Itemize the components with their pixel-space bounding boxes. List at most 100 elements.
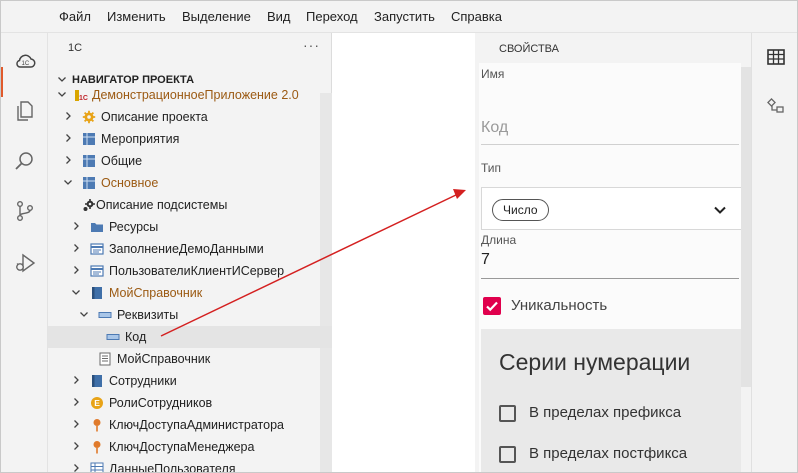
check-icon <box>486 301 498 312</box>
tree-item-events[interactable]: Мероприятия <box>48 128 320 150</box>
chevron-right-icon <box>74 442 79 450</box>
settings-gear-icon <box>83 199 95 211</box>
menu-selection[interactable]: Выделение <box>182 9 251 24</box>
tree-item-employee-roles[interactable]: E РолиСотрудников <box>48 392 320 414</box>
activity-bar: 1C <box>1 33 48 472</box>
tree-item-attributes[interactable]: Реквизиты <box>48 304 320 326</box>
tree-item-project-description[interactable]: Описание проекта <box>48 106 320 128</box>
tree-item-fill-demo-data[interactable]: ЗаполнениеДемоДанными <box>48 238 320 260</box>
tree-item-employees[interactable]: Сотрудники <box>48 370 320 392</box>
chevron-down-icon <box>72 290 80 295</box>
tree-item-users-client-server[interactable]: ПользователиКлиентИСервер <box>48 260 320 282</box>
unique-checkbox[interactable] <box>483 297 501 315</box>
postfix-label: В пределах постфикса <box>529 445 688 462</box>
active-indicator <box>1 67 3 97</box>
menu-help[interactable]: Справка <box>451 9 502 24</box>
attribute-icon <box>98 312 112 318</box>
tree-label: Код <box>125 330 147 344</box>
chevron-down-icon <box>58 92 66 97</box>
source-control-icon[interactable] <box>13 199 37 223</box>
properties-body: Имя Код Тип Число Длина 7 Уникальность С… <box>479 63 741 472</box>
length-label: Длина <box>481 233 517 247</box>
files-icon[interactable] <box>13 99 37 123</box>
run-debug-icon[interactable] <box>13 251 37 275</box>
svg-text:1C: 1C <box>22 61 30 67</box>
svg-text:1C: 1C <box>79 95 88 102</box>
menu-bar: Файл Изменить Выделение Вид Переход Запу… <box>1 1 797 33</box>
right-icon-bar <box>751 33 797 472</box>
menu-edit[interactable]: Изменить <box>107 9 166 24</box>
postfix-checkbox[interactable] <box>499 446 516 463</box>
chevron-right-icon <box>74 398 79 406</box>
menu-run[interactable]: Запустить <box>374 9 435 24</box>
menu-go[interactable]: Переход <box>306 9 358 24</box>
menu-view[interactable]: Вид <box>267 9 291 24</box>
type-chip[interactable]: Число <box>492 199 549 221</box>
tree-item-my-catalog-form[interactable]: МойСправочник <box>48 348 320 370</box>
tree-label: ДанныеПользователя <box>109 462 236 473</box>
tree-item-main[interactable]: Основное <box>48 172 320 194</box>
tree-label: Общие <box>101 154 143 168</box>
tree-label: КлючДоступаМенеджера <box>109 440 255 454</box>
form-icon <box>99 352 111 366</box>
chevron-right-icon <box>74 376 79 384</box>
properties-panel: СВОЙСТВА Имя Код Тип Число Длина 7 Уника… <box>475 33 751 472</box>
app-1c-icon: 1C <box>75 90 88 102</box>
explorer-scrollbar[interactable] <box>320 93 332 472</box>
chevron-right-icon <box>66 156 71 164</box>
tree-label: МойСправочник <box>117 352 211 366</box>
chevron-right-icon <box>74 420 79 428</box>
tree-item-resources[interactable]: Ресурсы <box>48 216 320 238</box>
type-select[interactable]: Число <box>481 187 741 230</box>
tree-label: Ресурсы <box>109 220 159 234</box>
name-underline <box>481 144 739 145</box>
grid-icon <box>83 133 95 145</box>
tree-label: Описание проекта <box>101 110 208 124</box>
app-window: Файл Изменить Выделение Вид Переход Запу… <box>0 0 798 473</box>
chevron-right-icon <box>74 266 79 274</box>
tree-label: КлючДоступаАдминистратора <box>109 418 284 432</box>
module-icon <box>90 265 104 277</box>
length-input[interactable]: 7 <box>481 251 490 269</box>
tree-label: РолиСотрудников <box>109 396 213 410</box>
tree-item-admin-access-key[interactable]: КлючДоступаАдминистратора <box>48 414 320 436</box>
tree-label: МойСправочник <box>109 286 203 300</box>
tree-label: Реквизиты <box>117 308 179 322</box>
more-actions-icon[interactable]: ··· <box>303 37 320 53</box>
key-pin-icon <box>93 419 101 432</box>
folder-icon <box>91 223 103 232</box>
properties-title: СВОЙСТВА <box>499 43 559 55</box>
tree-item-user-data[interactable]: ДанныеПользователя <box>48 458 320 473</box>
tree-label: Основное <box>101 176 159 190</box>
editor-area <box>332 33 475 472</box>
grid-icon <box>83 155 95 167</box>
grid-icon <box>83 177 95 189</box>
tree-item-my-catalog[interactable]: МойСправочник <box>48 282 320 304</box>
tree-item-project-root[interactable]: 1C ДемонстрационноеПриложение 2.0 <box>48 84 320 106</box>
gear-icon <box>82 110 96 124</box>
tree-item-manager-access-key[interactable]: КлючДоступаМенеджера <box>48 436 320 458</box>
type-label: Тип <box>481 161 502 175</box>
tree-item-code[interactable]: Код <box>48 326 332 348</box>
chevron-right-icon <box>66 134 71 142</box>
table-icon[interactable] <box>766 47 786 67</box>
name-input[interactable]: Код <box>481 119 508 137</box>
chevron-down-icon[interactable] <box>712 202 728 218</box>
cloud-1c-icon[interactable]: 1C <box>13 49 37 73</box>
structure-icon[interactable] <box>766 97 786 117</box>
catalog-icon <box>92 375 102 387</box>
tree-item-subsystem-description[interactable]: Описание подсистемы <box>48 194 320 216</box>
tree-label: Сотрудники <box>109 374 177 388</box>
chevron-right-icon <box>74 244 79 252</box>
explorer-panel: 1С ··· НАВИГАТОР ПРОЕКТА 1C Демонстрацио… <box>48 33 332 473</box>
tree-item-common[interactable]: Общие <box>48 150 320 172</box>
prefix-checkbox[interactable] <box>499 405 516 422</box>
name-label: Имя <box>481 67 505 81</box>
chevron-right-icon <box>66 112 71 120</box>
catalog-icon <box>92 287 102 299</box>
search-icon[interactable] <box>13 149 37 173</box>
register-icon <box>90 462 104 472</box>
chevron-right-icon <box>74 222 79 230</box>
enum-icon: E <box>91 397 103 409</box>
menu-file[interactable]: Файл <box>59 9 91 24</box>
